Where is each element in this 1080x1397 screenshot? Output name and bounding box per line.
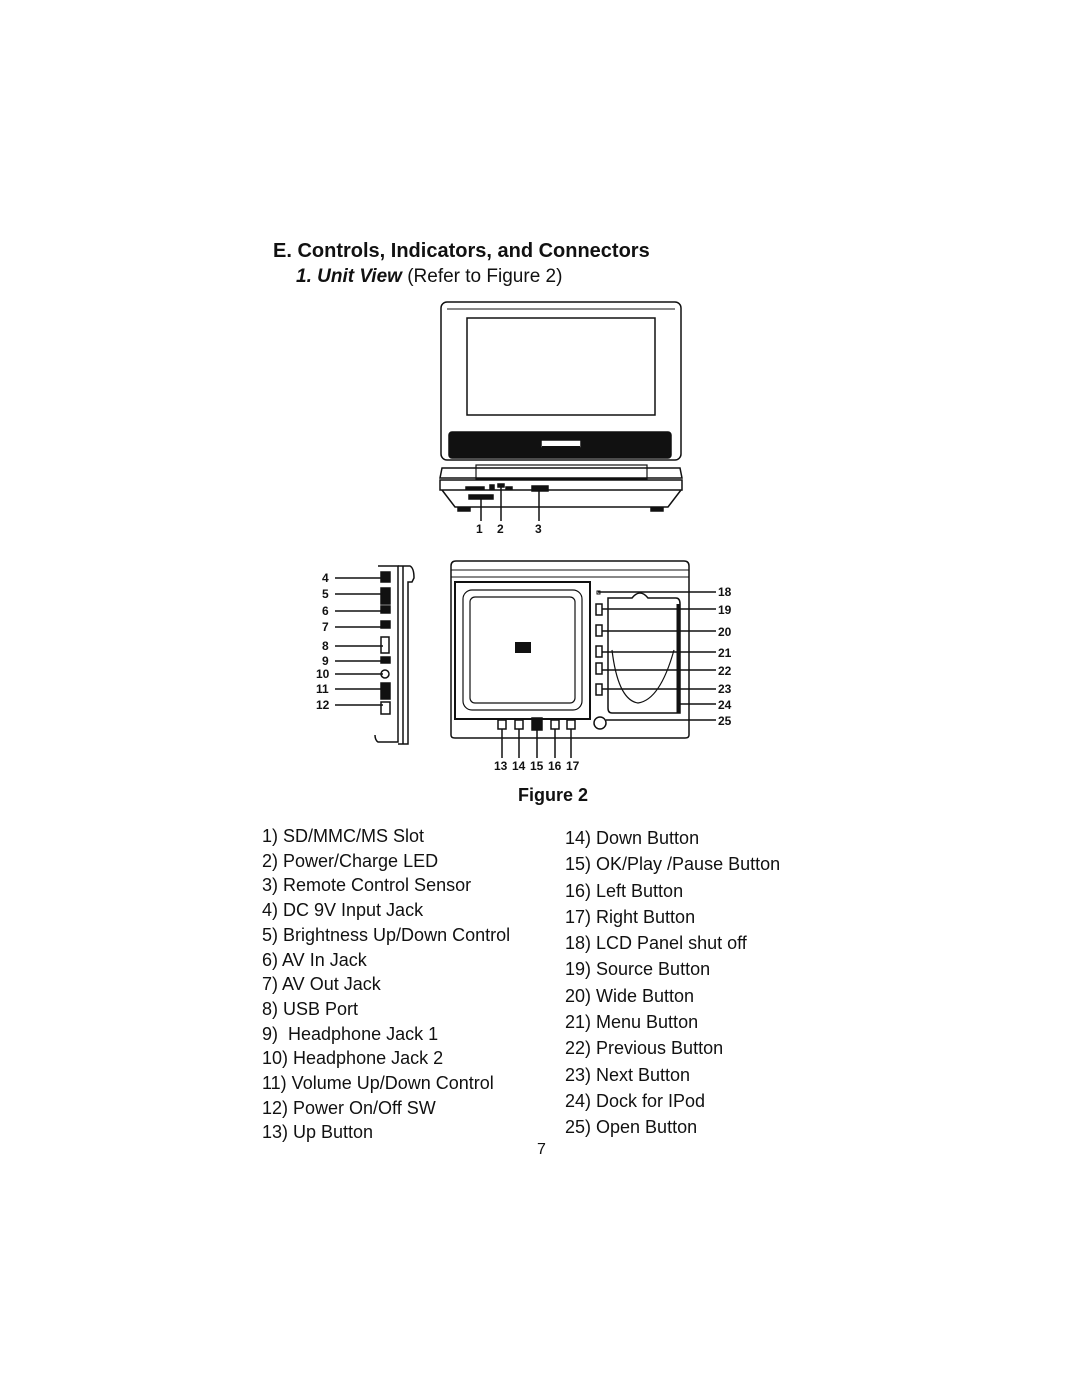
legend-item: 3) Remote Control Sensor xyxy=(262,875,472,896)
front-view xyxy=(439,301,683,521)
side-view xyxy=(335,565,415,745)
callout-9: 9 xyxy=(322,654,329,668)
legend-item: 5) Brightness Up/Down Control xyxy=(262,924,511,945)
figure-caption: Figure 2 xyxy=(518,785,589,805)
callout-4: 4 xyxy=(322,571,329,585)
figure-2-diagram: 1 2 3 4 5 6 7 8 9 10 11 12 13 14 15 16 1… xyxy=(316,301,732,773)
callout-1: 1 xyxy=(476,522,483,536)
hinge xyxy=(475,464,648,480)
legend-item: 25) Open Button xyxy=(565,1117,698,1138)
legend-item: 18) LCD Panel shut off xyxy=(565,933,747,954)
callout-6: 6 xyxy=(322,604,329,618)
sd-slot xyxy=(468,494,494,500)
callout-24: 24 xyxy=(718,698,732,712)
callout-25: 25 xyxy=(718,714,732,728)
callout-2: 2 xyxy=(497,522,504,536)
legend-item: 6) AV In Jack xyxy=(262,949,367,970)
legend-item: 10) Headphone Jack 2 xyxy=(262,1048,444,1069)
legend-item: 12) Power On/Off SW xyxy=(262,1097,436,1118)
callout-22: 22 xyxy=(718,664,732,678)
legend-item: 17) Right Button xyxy=(565,906,696,927)
callout-11: 11 xyxy=(316,682,329,696)
callout-7: 7 xyxy=(322,620,329,634)
callout-14: 14 xyxy=(512,759,526,773)
page-number: 7 xyxy=(537,1141,546,1158)
legend-item: 2) Power/Charge LED xyxy=(262,850,439,871)
callout-19: 19 xyxy=(718,603,732,617)
legend-item: 16) Left Button xyxy=(565,880,684,901)
legend-item: 11) Volume Up/Down Control xyxy=(262,1073,494,1094)
callout-20: 20 xyxy=(718,625,732,639)
callout-8: 8 xyxy=(322,639,329,653)
open-button xyxy=(593,716,607,730)
callout-23: 23 xyxy=(718,682,732,696)
legend-item: 21) Menu Button xyxy=(565,1012,699,1033)
legend-right-column: 14) Down Button 15) OK/Play /Pause Butto… xyxy=(565,825,780,1141)
legend-item: 22) Previous Button xyxy=(565,1038,724,1059)
top-view xyxy=(450,560,716,758)
dvd-logo xyxy=(515,642,531,653)
callout-21: 21 xyxy=(718,646,732,660)
legend-item: 19) Source Button xyxy=(565,959,711,980)
callout-5: 5 xyxy=(322,587,329,601)
legend-item: 20) Wide Button xyxy=(565,985,695,1006)
legend-item: 15) OK/Play /Pause Button xyxy=(565,854,781,875)
callout-15: 15 xyxy=(530,759,544,773)
legend-item: 8) USB Port xyxy=(262,998,359,1019)
callout-3: 3 xyxy=(535,522,542,536)
legend-item: 4) DC 9V Input Jack xyxy=(262,900,424,921)
lcd-screen xyxy=(466,317,656,416)
legend-item: 7) AV Out Jack xyxy=(262,974,381,995)
callout-13: 13 xyxy=(494,759,508,773)
legend-item: 9) Headphone Jack 1 xyxy=(262,1023,439,1044)
legend-left-column: 1) SD/MMC/MS Slot 2) Power/Charge LED 3)… xyxy=(262,824,510,1145)
legend-item: 1) SD/MMC/MS Slot xyxy=(262,826,425,846)
legend-item: 14) Down Button xyxy=(565,828,700,848)
ipod-dock xyxy=(607,592,681,714)
callout-18: 18 xyxy=(718,585,732,599)
callout-17: 17 xyxy=(566,759,580,773)
legend-item: 24) Dock for IPod xyxy=(565,1090,706,1111)
callout-16: 16 xyxy=(548,759,562,773)
callout-10: 10 xyxy=(316,667,330,681)
legend-item: 23) Next Button xyxy=(565,1064,691,1085)
legend-item: 13) Up Button xyxy=(262,1122,374,1143)
callout-12: 12 xyxy=(316,698,330,712)
